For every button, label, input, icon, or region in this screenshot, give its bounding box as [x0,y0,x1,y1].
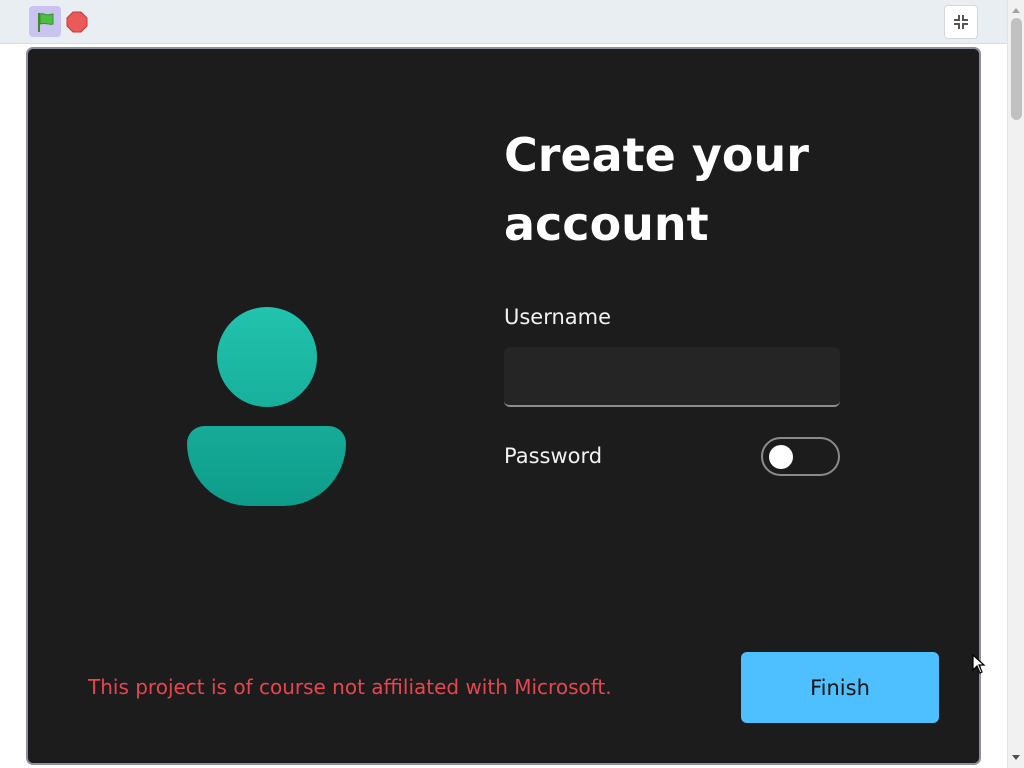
username-input[interactable] [504,347,840,407]
toggle-knob[interactable] [769,445,793,469]
username-label: Username [504,305,612,329]
person-body [187,426,346,506]
scroll-up-icon[interactable] [1012,8,1020,13]
finish-button[interactable]: Finish [741,652,939,723]
green-flag-icon [38,12,54,32]
disclaimer-text: This project is of course not affiliated… [88,675,612,699]
stop-button[interactable] [66,11,88,33]
scroll-thumb[interactable] [1011,18,1022,120]
password-toggle[interactable] [761,437,840,476]
page-scrollbar[interactable] [1007,0,1024,768]
scroll-down-icon[interactable] [1012,755,1020,760]
mouse-cursor-icon [972,654,986,674]
stop-icon [66,11,88,33]
project-stage[interactable]: Create your account Username Password Th… [26,47,981,765]
exit-fullscreen-button[interactable] [944,5,978,39]
password-label: Password [504,444,603,468]
fullscreen-exit-icon [954,15,968,29]
person-head [217,307,317,407]
top-toolbar [0,0,1024,44]
page-title: Create your account [504,128,809,251]
green-flag-button[interactable] [29,6,61,37]
